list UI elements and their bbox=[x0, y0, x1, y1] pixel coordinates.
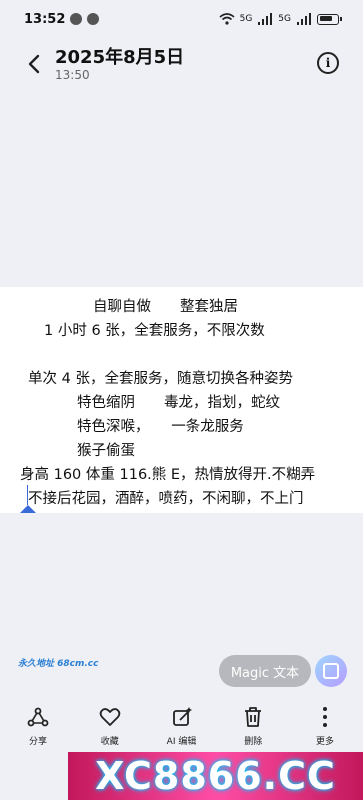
watermark-text: 永久地址 68cm.cc bbox=[18, 659, 99, 669]
page-title: 2025年8月5日 bbox=[55, 47, 185, 68]
photo-image[interactable]: 自聊自做 整套独居 1 小时 6 张，全套服务，不限次数 单次 4 张，全套服务… bbox=[0, 287, 363, 513]
scan-button[interactable] bbox=[315, 655, 347, 687]
ai-edit-label: AI 编辑 bbox=[166, 737, 197, 747]
photo-text-line: 1 小时 6 张，全套服务，不限次数 bbox=[44, 323, 265, 339]
photo-text-line: 自聊自做 整套独居 bbox=[93, 299, 238, 315]
trash-icon bbox=[245, 707, 262, 727]
banner-text: XC8866.CC bbox=[95, 754, 336, 798]
magic-text-button[interactable]: Magic 文本 bbox=[219, 655, 311, 687]
photo-text-line: 单次 4 张，全套服务，随意切换各种姿势 bbox=[28, 371, 293, 387]
photo-text-line: 身高 160 体重 116.熊 E，热情放得开.不糊弄 bbox=[20, 467, 316, 483]
favorite-button[interactable]: 收藏 bbox=[86, 706, 134, 752]
bottom-toolbar: 分享 收藏 AI 编辑 删除 更多 bbox=[0, 706, 363, 752]
battery-icon bbox=[317, 13, 342, 25]
notification-dot-icon bbox=[70, 13, 83, 25]
photo-text-line: 特色深喉， 一条龙服务 bbox=[77, 419, 244, 435]
scan-icon bbox=[323, 663, 339, 679]
ad-banner[interactable]: XC8866.CC bbox=[68, 752, 363, 800]
app-notification-icon bbox=[87, 13, 100, 25]
heart-icon bbox=[99, 708, 121, 726]
chevron-left-icon bbox=[28, 54, 40, 74]
more-button[interactable]: 更多 bbox=[301, 706, 349, 752]
delete-label: 删除 bbox=[244, 737, 263, 747]
photo-text-line: 不接后花园，酒醉，喷药，不闲聊，不上门 bbox=[28, 491, 304, 507]
status-left: 13:52 bbox=[24, 11, 100, 27]
favorite-label: 收藏 bbox=[100, 737, 119, 747]
wifi-icon bbox=[219, 13, 235, 25]
page-subtitle: 13:50 bbox=[55, 68, 90, 82]
share-icon bbox=[27, 707, 49, 727]
photo-text-line: 特色缩阴 毒龙，指划，蛇纹 bbox=[77, 395, 280, 411]
photo-text-line: 猴子偷蛋 bbox=[77, 443, 135, 459]
signal-icon-2 bbox=[297, 13, 311, 25]
more-icon bbox=[323, 707, 327, 727]
ai-edit-icon bbox=[172, 707, 192, 726]
more-label: 更多 bbox=[315, 737, 334, 747]
back-button[interactable] bbox=[20, 50, 48, 78]
clock: 13:52 bbox=[24, 11, 66, 27]
info-button[interactable]: i bbox=[317, 52, 339, 74]
share-button[interactable]: 分享 bbox=[14, 706, 62, 752]
status-right: 5G 5G bbox=[219, 13, 342, 25]
ai-edit-button[interactable]: AI 编辑 bbox=[158, 706, 206, 752]
share-label: 分享 bbox=[28, 737, 47, 747]
delete-button[interactable]: 删除 bbox=[229, 706, 277, 752]
text-cursor bbox=[27, 485, 28, 505]
network-label-a: 5G bbox=[239, 14, 253, 24]
info-icon: i bbox=[325, 56, 331, 70]
header: 2025年8月5日 13:50 i bbox=[0, 38, 363, 90]
cursor-handle-icon[interactable] bbox=[20, 505, 36, 513]
status-bar: 13:52 5G 5G bbox=[0, 0, 363, 38]
network-label-b: 5G bbox=[278, 14, 291, 24]
signal-icon bbox=[258, 13, 273, 25]
